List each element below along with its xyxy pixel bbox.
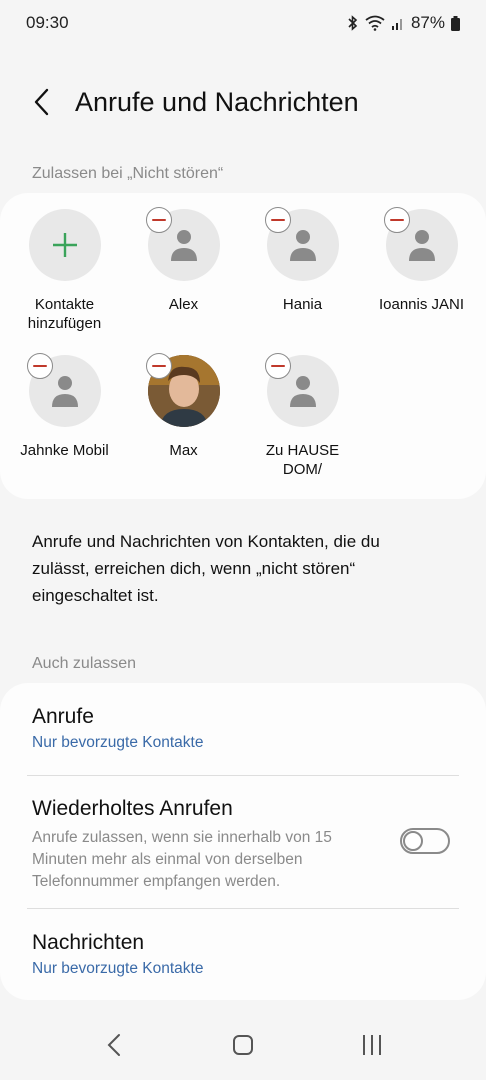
messages-setting[interactable]: Nachrichten Nur bevorzugte Kontakte (32, 931, 452, 978)
back-button[interactable] (20, 80, 64, 124)
add-contact-button[interactable] (28, 209, 101, 281)
nav-recents-icon (362, 1035, 381, 1055)
divider (27, 775, 459, 776)
contact-name: Alex (168, 296, 199, 313)
contact-item[interactable]: Alex (124, 207, 243, 314)
nav-home-icon (232, 1035, 253, 1055)
info-text: Anrufe und Nachrichten von Kontakten, di… (32, 532, 380, 605)
contact-item[interactable]: Ioannis JANI (362, 207, 481, 314)
nav-home-button[interactable] (213, 1020, 273, 1070)
repeat-calls-description: Anrufe zulassen, wenn sie innerhalb von … (32, 829, 332, 890)
wifi-icon (365, 15, 385, 31)
add-contact-label: Kontakte hinzufügen (27, 296, 102, 332)
nav-back-button[interactable] (84, 1020, 144, 1070)
add-contact-item[interactable]: Kontakte hinzufügen (5, 209, 124, 333)
allow-section-header: Zulassen bei „Nicht stören“ (32, 165, 224, 182)
battery-icon (451, 15, 460, 31)
messages-title: Nachrichten (32, 931, 145, 954)
minus-icon (151, 364, 166, 368)
person-icon (51, 376, 78, 407)
contact-name: Hania (282, 296, 323, 313)
contact-name: Zu HAUSE DOM/ (265, 442, 340, 478)
contact-item[interactable]: Hania (243, 207, 362, 314)
contact-name: Ioannis JANI (378, 296, 465, 313)
remove-contact-button[interactable] (264, 207, 291, 233)
calls-setting[interactable]: Anrufe Nur bevorzugte Kontakte (32, 705, 452, 752)
minus-icon (270, 364, 285, 368)
divider (27, 908, 459, 909)
remove-contact-button[interactable] (26, 353, 53, 379)
status-bar: 09:30 87% (0, 0, 486, 46)
navigation-bar (0, 1010, 486, 1080)
also-allow-section-header: Auch zulassen (32, 655, 137, 672)
repeat-calls-toggle[interactable] (400, 828, 450, 854)
contact-item[interactable]: Max (124, 353, 243, 460)
person-icon (289, 230, 316, 261)
minus-icon (389, 218, 404, 222)
remove-contact-button[interactable] (145, 207, 172, 233)
toggle-knob (403, 831, 423, 851)
signal-icon (391, 19, 402, 30)
plus-icon (52, 233, 77, 257)
calls-title: Anrufe (32, 705, 94, 728)
contact-item[interactable]: Zu HAUSE DOM/ (243, 353, 362, 479)
person-icon (408, 230, 435, 261)
remove-contact-button[interactable] (383, 207, 410, 233)
remove-contact-button[interactable] (264, 353, 291, 379)
chevron-left-icon (34, 88, 49, 116)
page-title: Anrufe und Nachrichten (75, 86, 359, 117)
calls-value: Nur bevorzugte Kontakte (32, 734, 204, 751)
person-icon (170, 230, 197, 261)
nav-recents-button[interactable] (342, 1020, 402, 1070)
contact-name: Max (169, 442, 198, 459)
repeat-calls-title: Wiederholtes Anrufen (32, 797, 233, 820)
battery-percent: 87% (410, 13, 445, 32)
minus-icon (270, 218, 285, 222)
contact-name: Jahnke Mobil (20, 442, 109, 459)
nav-back-icon (107, 1034, 121, 1056)
app-bar: Anrufe und Nachrichten (0, 72, 486, 132)
messages-value: Nur bevorzugte Kontakte (32, 960, 204, 977)
status-time: 09:30 (26, 13, 69, 32)
repeat-calls-setting[interactable]: Wiederholtes Anrufen Anrufe zulassen, we… (32, 797, 452, 893)
contact-item[interactable]: Jahnke Mobil (5, 353, 124, 460)
remove-contact-button[interactable] (145, 353, 172, 379)
person-icon (289, 376, 316, 407)
minus-icon (32, 364, 47, 368)
bluetooth-icon (348, 15, 358, 31)
contacts-card: Kontakte hinzufügen Alex Hania Ioannis J… (0, 193, 486, 499)
status-icons: 87% (347, 13, 460, 33)
minus-icon (151, 218, 166, 222)
